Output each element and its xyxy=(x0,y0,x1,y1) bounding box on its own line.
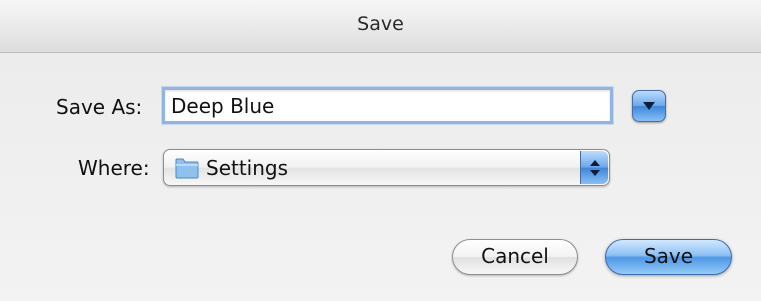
dialog-body: Save As: Where: Settings Cancel Save xyxy=(0,53,761,301)
up-down-arrows-icon xyxy=(589,159,600,176)
save-as-field[interactable] xyxy=(162,87,613,124)
save-dialog: Save Save As: Where: Settings Cancel xyxy=(0,0,761,301)
where-label: Where: xyxy=(78,156,150,180)
title-bar: Save xyxy=(0,0,761,53)
save-as-label: Save As: xyxy=(56,95,143,119)
cancel-button[interactable]: Cancel xyxy=(452,239,578,275)
folder-icon xyxy=(175,158,199,179)
save-button[interactable]: Save xyxy=(605,239,732,275)
where-value: Settings xyxy=(206,156,289,180)
where-popup[interactable]: Settings xyxy=(163,149,610,186)
window-title: Save xyxy=(357,13,404,35)
expand-dialog-button[interactable] xyxy=(632,90,666,122)
triangle-down-icon xyxy=(643,102,655,110)
popup-arrows xyxy=(580,151,608,184)
